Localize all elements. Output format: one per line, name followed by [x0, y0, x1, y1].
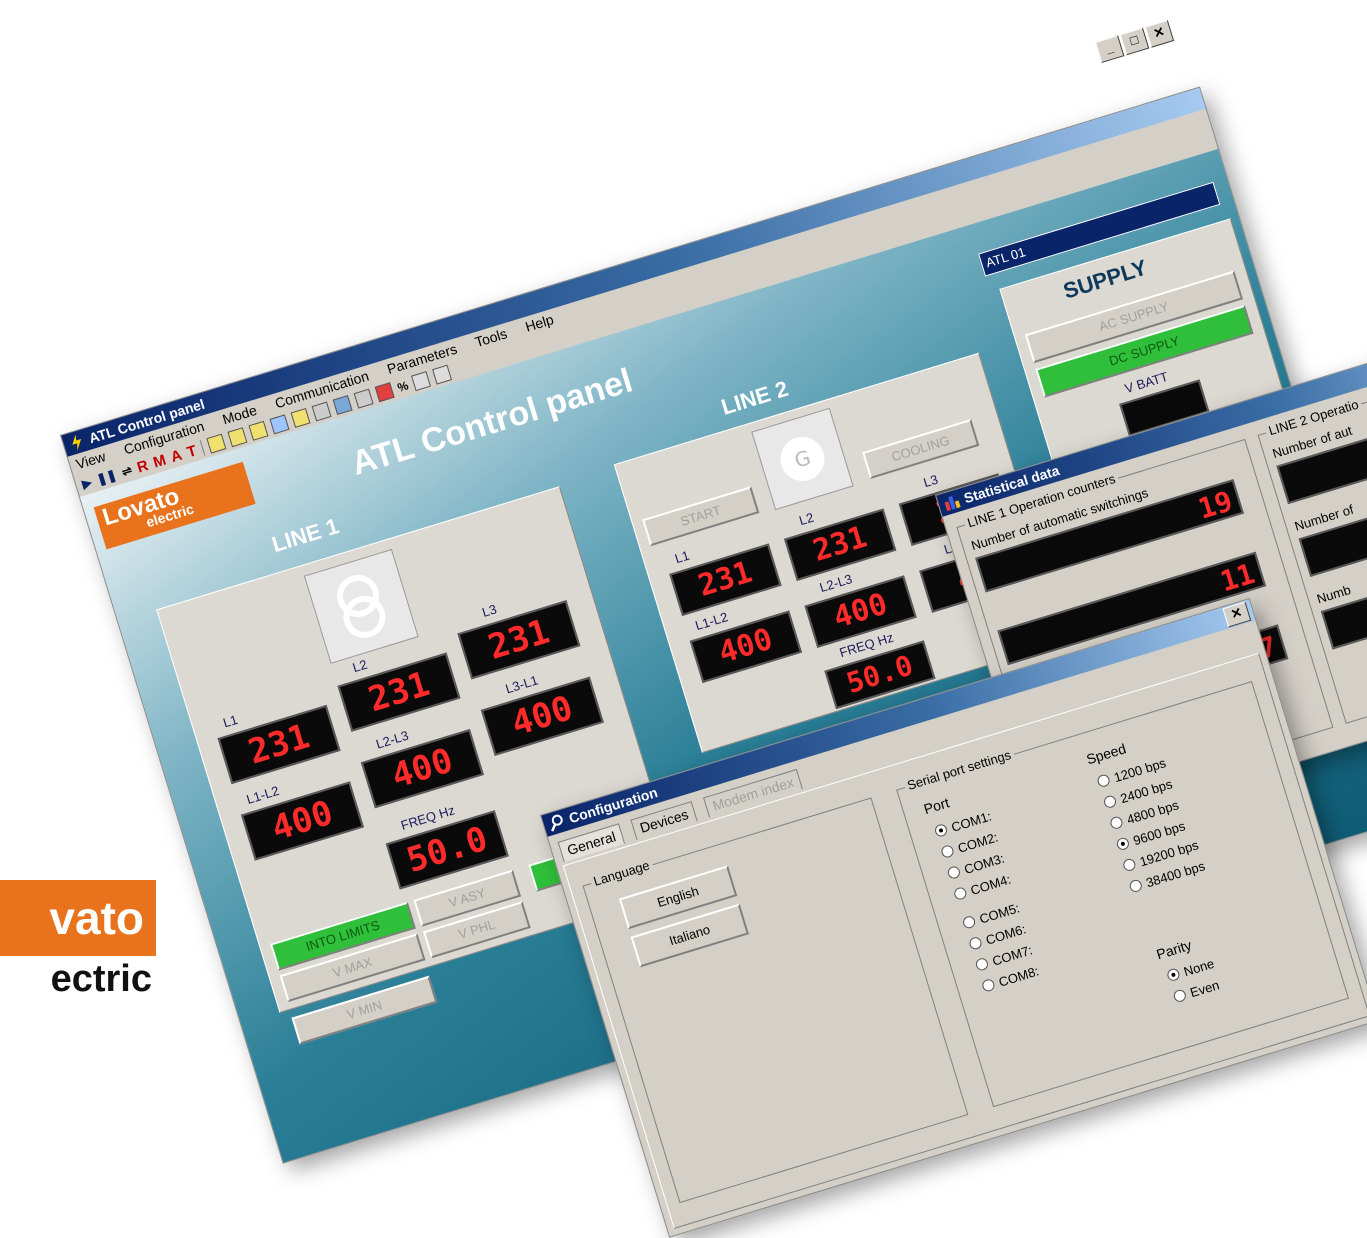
pause-icon[interactable]: ❚❚ [95, 468, 118, 487]
radio-icon [1165, 967, 1181, 983]
stats-icon[interactable] [374, 382, 395, 403]
line1-title: LINE 1 [268, 513, 342, 558]
line2-l1-label: L1 [672, 547, 692, 567]
close-button[interactable]: ✕ [1144, 19, 1175, 48]
connect-icon[interactable]: ⇌ [120, 463, 134, 479]
mode-m-button[interactable]: M [151, 451, 168, 471]
line2-l3-label: L3 [921, 471, 940, 491]
lightning-icon [72, 434, 82, 451]
line2-l2-label: L2 [797, 509, 816, 529]
stats-icon [944, 496, 961, 512]
line1-l3-label: L3 [480, 601, 499, 620]
export-icon[interactable] [353, 388, 374, 409]
radio-icon [1128, 878, 1144, 894]
radio-icon [974, 956, 990, 972]
port-list: COM1: COM2: COM3: COM4: COM5: COM6: COM7… [932, 805, 1041, 998]
radio-icon [952, 886, 968, 902]
corner-brand-logo: vato ectric [0, 880, 158, 1028]
language-group: Language English Italiano [582, 797, 969, 1204]
radio-icon [1102, 794, 1118, 810]
print-icon[interactable] [311, 401, 332, 422]
tool-icon[interactable] [227, 427, 248, 448]
magnifier-icon [551, 814, 563, 832]
tool-icon[interactable] [248, 420, 269, 441]
disk-icon[interactable] [269, 414, 290, 435]
tool-icon[interactable] [206, 433, 227, 454]
play-icon[interactable]: ▶ [80, 475, 93, 491]
radio-icon [939, 843, 955, 859]
line1-l1-label: L1 [221, 711, 240, 731]
mode-a-button[interactable]: A [169, 446, 184, 465]
main-window-controls: _ □ ✕ [1095, 19, 1175, 64]
radio-icon [968, 935, 984, 951]
transformer-icon [303, 548, 419, 664]
radio-icon [1115, 836, 1131, 852]
radio-icon [933, 822, 949, 838]
generator-icon: G [751, 407, 854, 511]
toolbar-separator [199, 440, 206, 456]
radio-icon [1172, 988, 1188, 1004]
radio-icon [946, 865, 962, 880]
radio-icon [961, 914, 977, 930]
minimize-button[interactable]: _ [1095, 34, 1125, 64]
close-button[interactable]: ✕ [1222, 601, 1252, 628]
supply-title: SUPPLY [1060, 254, 1150, 304]
mode-r-button[interactable]: R [135, 457, 150, 476]
radio-icon [1121, 857, 1137, 873]
mode-t-button[interactable]: T [185, 442, 199, 461]
speed-list: 1200 bps 2400 bps 4800 bps 9600 bps 1920… [1095, 749, 1208, 898]
port-label: Port [921, 794, 952, 818]
cooling-button[interactable]: COOLING [862, 418, 980, 480]
radio-icon [1108, 815, 1124, 831]
line1-l2-label: L2 [350, 656, 369, 676]
window-icon[interactable] [332, 395, 353, 416]
unlock-icon[interactable] [432, 364, 453, 385]
parity-list: None Even [1164, 952, 1223, 1008]
lock-icon[interactable] [411, 370, 432, 391]
line1-l3-value: 231 [457, 600, 581, 680]
maximize-button[interactable]: □ [1119, 27, 1150, 56]
corner-logo-orange: vato [0, 880, 156, 956]
radio-icon [1096, 773, 1112, 789]
start-button[interactable]: START [642, 486, 760, 547]
radio-icon [980, 977, 996, 993]
line1-l3l1-value: 400 [480, 676, 604, 756]
folder-icon[interactable] [290, 408, 311, 428]
percent-icon[interactable]: % [396, 378, 410, 395]
corner-logo-text: ectric [50, 958, 152, 1000]
serial-port-group: Serial port settings Port COM1: COM2: CO… [896, 680, 1349, 1108]
